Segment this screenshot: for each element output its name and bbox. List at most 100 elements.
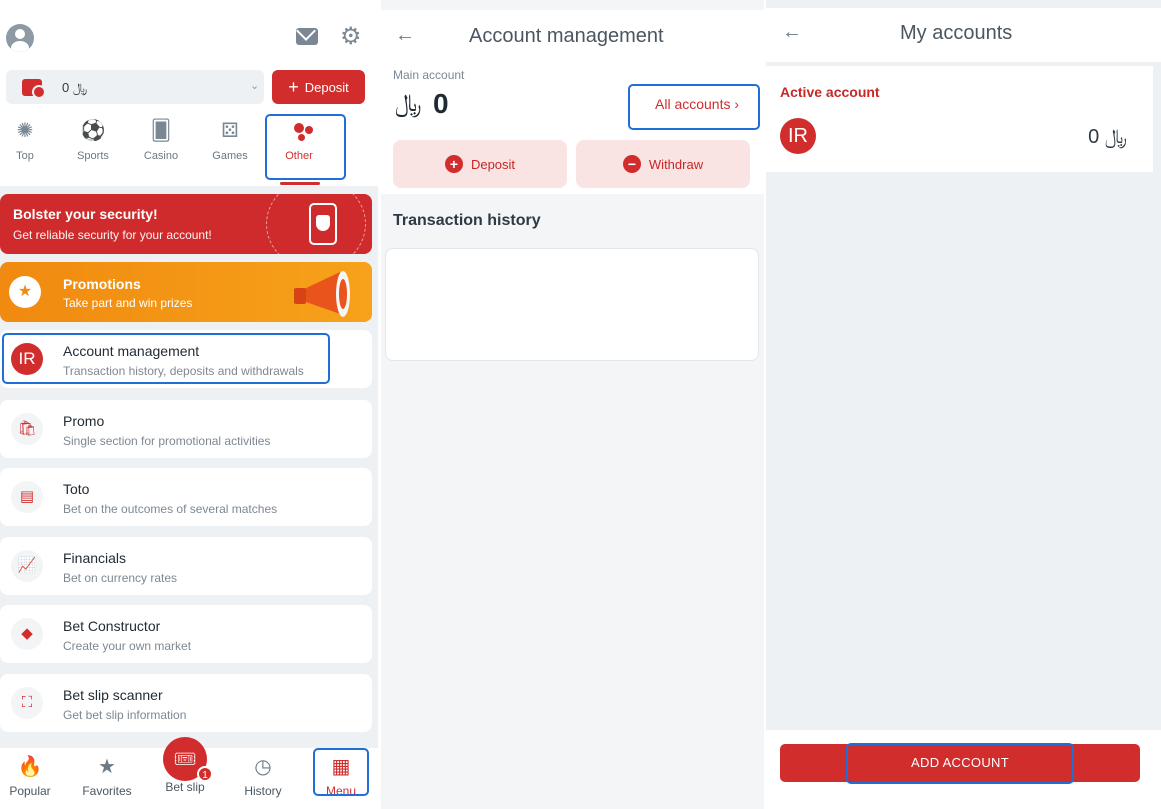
- nav-label: Menu: [325, 784, 357, 798]
- menu-screen: ⚙ 0 ﷼ ⌄ + Deposit ✺ Top ⚽ Sports 🂠 Casin…: [0, 0, 378, 809]
- my-accounts-screen: ← My accounts Active account IR 0 ﷼ ADD …: [766, 0, 1161, 809]
- transaction-history-title: Transaction history: [393, 212, 541, 229]
- wallet-icon: [22, 79, 46, 99]
- nav-label: Bet slip: [165, 780, 205, 794]
- soccer-ball-icon: ⚽: [80, 120, 106, 142]
- menu-item-title: Bet slip scanner: [63, 687, 163, 703]
- scanner-icon: ⛶: [11, 687, 43, 719]
- menu-item-title: Toto: [63, 481, 90, 497]
- my-accounts-header: ← My accounts: [766, 8, 1161, 62]
- minus-circle-icon: −: [622, 155, 641, 173]
- menu-item-bet-slip-scanner[interactable]: ⛶ Bet slip scanner Get bet slip informat…: [0, 674, 372, 732]
- plus-circle-icon: +: [444, 155, 463, 173]
- main-account-card: Main account ﷼ 0 All accounts › + Deposi…: [381, 62, 764, 194]
- active-account-label: Active account: [780, 84, 880, 100]
- tab-label: Casino: [143, 150, 179, 162]
- tab-top[interactable]: ✺ Top: [0, 116, 56, 164]
- transaction-history-list: [385, 248, 759, 361]
- menu-top-bar: ⚙: [0, 0, 378, 66]
- promo-badge-icon: ★: [9, 276, 41, 308]
- promotions-banner-subtitle: Take part and win prizes: [63, 296, 193, 310]
- menu-item-title: Promo: [63, 413, 105, 429]
- deposit-label: Deposit: [470, 156, 516, 172]
- blocks-icon: ◆: [11, 618, 43, 650]
- tab-label: Other: [285, 150, 313, 162]
- page-title: My accounts: [900, 22, 1013, 44]
- mail-icon[interactable]: [296, 28, 318, 45]
- menu-item-subtitle: Get bet slip information: [63, 708, 187, 722]
- my-accounts-footer: ADD ACCOUNT: [766, 730, 1161, 809]
- menu-item-promo[interactable]: 🛍 Promo Single section for promotional a…: [0, 400, 372, 458]
- menu-item-bet-constructor[interactable]: ◆ Bet Constructor Create your own market: [0, 605, 372, 663]
- security-banner[interactable]: Bolster your security! Get reliable secu…: [0, 194, 372, 254]
- menu-item-subtitle: Create your own market: [63, 639, 192, 653]
- promotions-banner[interactable]: ★ Promotions Take part and win prizes: [0, 262, 372, 322]
- clock-icon: ◷: [254, 756, 272, 778]
- grid-icon: ▦: [331, 756, 351, 778]
- ir-flag-icon: IR: [780, 118, 816, 154]
- chevron-down-icon: ⌄: [250, 80, 260, 92]
- tab-label: Games: [212, 150, 248, 162]
- menu-item-subtitle: Bet on the outcomes of several matches: [63, 502, 278, 516]
- main-account-balance: 0: [433, 88, 449, 119]
- back-arrow-icon[interactable]: ←: [395, 24, 415, 47]
- account-management-header: ← Account management: [381, 10, 764, 62]
- dots-icon: [284, 116, 314, 146]
- star-icon: ★: [98, 756, 116, 778]
- withdraw-button[interactable]: − Withdraw: [576, 140, 750, 188]
- menu-item-toto[interactable]: ▤ Toto Bet on the outcomes of several ma…: [0, 468, 372, 526]
- nav-label: History: [244, 784, 282, 798]
- profile-avatar-icon[interactable]: [6, 24, 34, 52]
- category-tabs: ✺ Top ⚽ Sports 🂠 Casino ⚄ Games Other: [0, 110, 378, 186]
- top-icon: ✺: [16, 120, 34, 142]
- back-arrow-icon[interactable]: ←: [782, 21, 802, 44]
- cards-icon: 🂠: [150, 120, 172, 142]
- main-account-label: Main account: [393, 68, 465, 82]
- menu-item-financials[interactable]: 📈 Financials Bet on currency rates: [0, 537, 372, 595]
- gear-icon[interactable]: ⚙: [340, 25, 362, 49]
- tab-sports[interactable]: ⚽ Sports: [62, 116, 124, 164]
- tab-casino[interactable]: 🂠 Casino: [130, 116, 192, 164]
- menu-item-subtitle: Bet on currency rates: [63, 571, 178, 585]
- page-title: Account management: [469, 25, 664, 47]
- account-balance: 0 ﷼: [1088, 126, 1127, 148]
- menu-item-subtitle: Transaction history, deposits and withdr…: [63, 364, 304, 378]
- deposit-button[interactable]: + Deposit: [272, 70, 365, 104]
- all-accounts-link[interactable]: All accounts ›: [655, 96, 739, 112]
- tab-label: Top: [16, 150, 34, 162]
- active-account-card[interactable]: Active account IR 0 ﷼: [766, 66, 1153, 172]
- megaphone-icon: [294, 271, 350, 317]
- nav-history[interactable]: ◷ History: [228, 752, 298, 800]
- tab-other[interactable]: Other: [268, 116, 330, 164]
- nav-popular[interactable]: 🔥 Popular: [0, 752, 65, 800]
- nav-label: Popular: [9, 784, 51, 798]
- active-tab-indicator: [280, 182, 320, 185]
- balance-row: 0 ﷼ ⌄ + Deposit: [0, 66, 378, 110]
- currency-symbol: ﷼: [395, 90, 422, 117]
- security-banner-title: Bolster your security!: [13, 206, 158, 222]
- deposit-button[interactable]: + Deposit: [393, 140, 567, 188]
- promotions-banner-title: Promotions: [63, 276, 141, 292]
- add-account-button[interactable]: ADD ACCOUNT: [780, 744, 1140, 782]
- table-icon: ▤: [11, 481, 43, 513]
- nav-favorites[interactable]: ★ Favorites: [72, 752, 142, 800]
- menu-item-title: Account management: [63, 343, 200, 359]
- tab-label: Sports: [77, 150, 109, 162]
- security-banner-subtitle: Get reliable security for your account!: [13, 228, 212, 242]
- chart-up-icon: 📈: [11, 550, 43, 582]
- shopping-bag-icon: 🛍: [11, 413, 43, 445]
- ticket-icon: 🎟: [173, 749, 197, 769]
- balance-selector[interactable]: 0 ﷼ ⌄: [6, 70, 264, 104]
- withdraw-label: Withdraw: [648, 156, 704, 172]
- ir-flag-icon: IR: [11, 343, 43, 375]
- nav-menu[interactable]: ▦ Menu: [306, 752, 376, 800]
- deposit-button-label: Deposit: [304, 79, 349, 95]
- nav-label: Favorites: [82, 784, 132, 798]
- menu-item-account-management[interactable]: IR Account management Transaction histor…: [0, 330, 372, 388]
- balance-value: 0 ﷼: [62, 80, 88, 95]
- tab-games[interactable]: ⚄ Games: [199, 116, 261, 164]
- dice-icon: ⚄: [221, 120, 239, 142]
- account-management-screen: ← Account management Main account ﷼ 0 Al…: [381, 0, 764, 809]
- menu-item-title: Financials: [63, 550, 127, 566]
- menu-item-title: Bet Constructor: [63, 618, 161, 634]
